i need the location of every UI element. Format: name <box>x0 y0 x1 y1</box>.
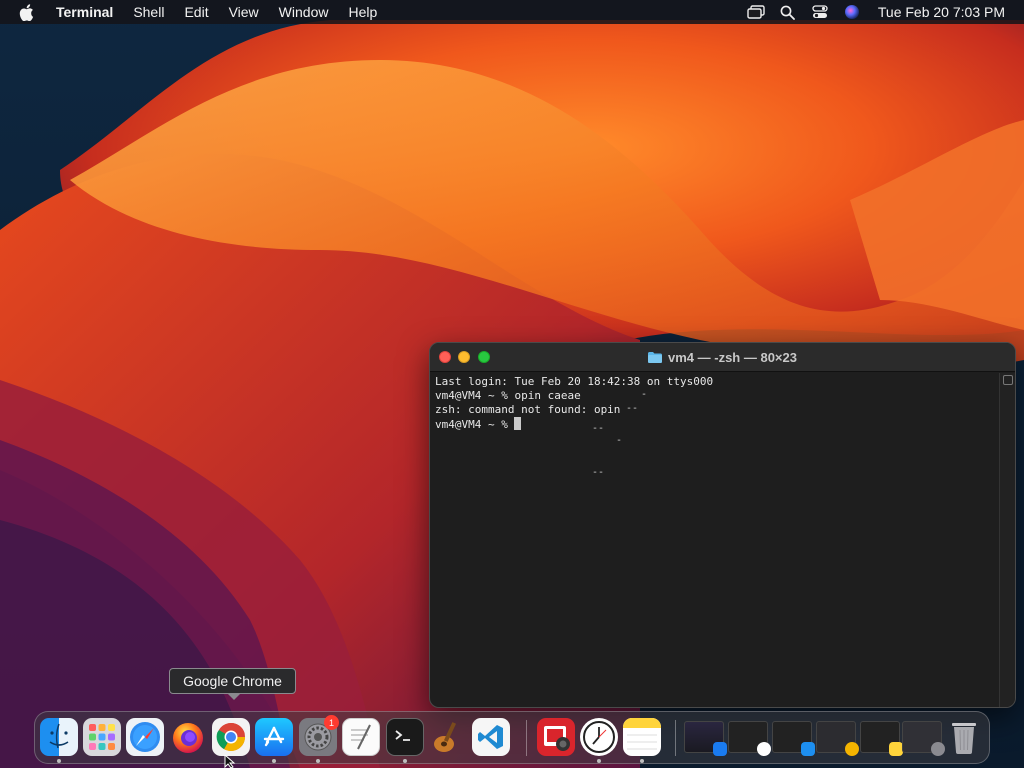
menu-edit[interactable]: Edit <box>174 0 218 24</box>
terminal-line: Last login: Tue Feb 20 18:42:38 on ttys0… <box>435 375 714 388</box>
clock-icon[interactable] <box>580 718 618 756</box>
mouse-pointer-icon <box>224 755 236 768</box>
render-artifact: - <box>616 435 623 446</box>
menu-bar-clock[interactable]: Tue Feb 20 7:03 PM <box>878 4 1005 20</box>
apple-menu-icon[interactable] <box>16 2 36 22</box>
render-artifact: - <box>641 389 648 400</box>
minimized-app-store-window-icon[interactable] <box>684 721 727 756</box>
window-title: vm4 — -zsh — 80×23 <box>430 343 1015 372</box>
notes-icon[interactable] <box>623 718 661 756</box>
running-indicator <box>316 759 320 763</box>
photo-booth-icon[interactable] <box>537 718 575 756</box>
menu-shell[interactable]: Shell <box>123 0 174 24</box>
chrome-icon[interactable] <box>212 718 250 756</box>
notification-badge: 1 <box>324 715 339 730</box>
finder-icon[interactable] <box>40 718 78 756</box>
minimized-finder-window-icon[interactable] <box>772 721 815 756</box>
scrollbar-marker <box>1003 375 1013 385</box>
dock-separator <box>526 720 527 756</box>
terminal-icon[interactable] <box>386 718 424 756</box>
terminal-titlebar[interactable]: vm4 — -zsh — 80×23 <box>430 343 1015 372</box>
control-center-icon[interactable] <box>810 2 830 22</box>
running-indicator <box>597 759 601 763</box>
safari-icon[interactable] <box>126 718 164 756</box>
menu-window[interactable]: Window <box>269 0 339 24</box>
render-artifact: -- <box>592 423 605 434</box>
vscode-icon[interactable] <box>472 718 510 756</box>
menu-bar: Terminal Shell Edit View Window Help Tue… <box>0 0 1024 24</box>
running-indicator <box>640 759 644 763</box>
terminal-scrollbar[interactable] <box>999 373 1015 707</box>
app-store-icon[interactable] <box>255 718 293 756</box>
dock-tooltip: Google Chrome <box>169 668 296 700</box>
folder-icon <box>648 352 662 363</box>
minimized-chrome-window-icon[interactable] <box>816 721 859 756</box>
dock: 1 <box>34 711 990 764</box>
launchpad-icon[interactable] <box>83 718 121 756</box>
terminal-output[interactable]: Last login: Tue Feb 20 18:42:38 on ttys0… <box>430 373 999 707</box>
terminal-window[interactable]: vm4 — -zsh — 80×23 Last login: Tue Feb 2… <box>429 342 1016 708</box>
terminal-line: zsh: command not found: opin <box>435 403 621 416</box>
menu-help[interactable]: Help <box>338 0 387 24</box>
running-indicator <box>57 759 61 763</box>
window-title-text: vm4 — -zsh — 80×23 <box>668 350 797 365</box>
dock-separator <box>675 720 676 756</box>
tooltip-text: Google Chrome <box>183 673 282 689</box>
minimized-notes-window-icon[interactable] <box>860 721 903 756</box>
minimized-clock-window-icon[interactable] <box>728 721 771 756</box>
textedit-icon[interactable] <box>342 718 380 756</box>
render-artifact: -- <box>626 403 639 414</box>
search-icon[interactable] <box>778 2 798 22</box>
menu-app-name[interactable]: Terminal <box>50 0 123 24</box>
terminal-line: vm4@VM4 ~ % opin caeae <box>435 389 581 402</box>
running-indicator <box>272 759 276 763</box>
badge-count: 1 <box>328 717 334 728</box>
screen-mirroring-icon[interactable] <box>746 2 766 22</box>
instruments-icon[interactable] <box>429 718 467 756</box>
terminal-cursor <box>514 417 522 430</box>
menu-view[interactable]: View <box>219 0 269 24</box>
trash-icon[interactable] <box>945 718 983 756</box>
render-artifact: -- <box>592 467 605 478</box>
terminal-prompt: vm4@VM4 ~ % <box>435 418 515 431</box>
running-indicator <box>403 759 407 763</box>
minimized-settings-window-icon[interactable] <box>902 721 945 756</box>
siri-icon[interactable] <box>842 2 862 22</box>
firefox-icon[interactable] <box>169 718 207 756</box>
